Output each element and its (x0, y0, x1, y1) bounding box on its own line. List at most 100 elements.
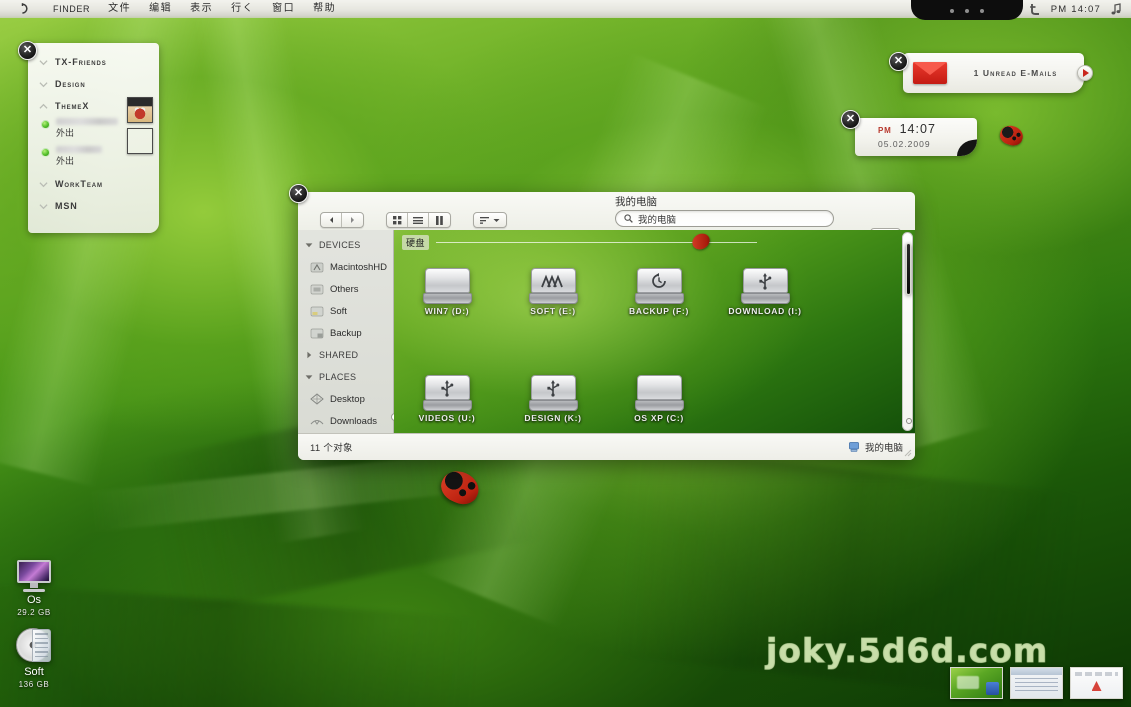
clock-widget-close-button[interactable]: ✕ (841, 110, 860, 129)
finder-body: DEVICES MacintoshHD Others Soft Backup S… (298, 230, 915, 433)
presence-online-icon (41, 120, 50, 129)
desktop-icon-soft[interactable]: Soft 136 GB (2, 628, 66, 689)
disk-icon (310, 284, 324, 294)
ladybug-decoration (997, 122, 1026, 149)
search-input[interactable]: 我的电脑 (615, 210, 834, 227)
taskbar-thumb-document[interactable] (1070, 667, 1123, 699)
mail-widget-close-button[interactable]: ✕ (889, 52, 908, 71)
drive-label: SOFT (E:) (530, 306, 576, 316)
chevron-right-icon (351, 217, 354, 223)
drive-item-soft[interactable]: SOFT (E:) (500, 268, 606, 316)
search-icon (624, 214, 633, 223)
menu-item-view[interactable]: 表示 (181, 0, 222, 18)
drive-item-videos[interactable]: VIDEOS (U:) (394, 375, 500, 423)
drive-item-design[interactable]: DESIGN (K:) (500, 375, 606, 423)
chevron-down-icon (39, 59, 48, 65)
plain-drive-icon (634, 375, 684, 411)
forward-button[interactable] (342, 213, 363, 227)
twitter-bird-icon[interactable] (1029, 3, 1042, 15)
contact-group-design[interactable]: Design (28, 73, 159, 95)
sidebar-item-others[interactable]: Others (298, 278, 393, 300)
finder-vertical-scrollbar[interactable] (902, 232, 913, 431)
apple-logo-icon[interactable] (0, 3, 44, 15)
finder-content-area[interactable]: 硬盘 WIN7 (D:) SOFT (E:) BACKUP (F:) DOWNL… (394, 230, 915, 433)
finder-item-count: 11 个对象 (310, 443, 353, 454)
column-view-button[interactable] (429, 213, 450, 227)
menu-item-finder[interactable]: FINDER (44, 0, 99, 18)
scrollbar-thumb[interactable] (906, 243, 911, 295)
desktop-icon-size: 29.2 GB (17, 608, 51, 617)
taskbar-thumb-wallpaper[interactable] (950, 667, 1003, 699)
sidebar-item-soft[interactable]: Soft (298, 300, 393, 322)
menu-bar-clock[interactable]: PM 14:07 (1051, 4, 1101, 15)
contact-group-msn[interactable]: MSN (28, 195, 159, 217)
menu-item-go[interactable]: 行く (222, 0, 263, 18)
contacts-widget-close-button[interactable]: ✕ (18, 41, 37, 60)
notch-dot (980, 9, 984, 13)
sidebar-header-shared[interactable]: SHARED (298, 344, 393, 366)
finder-window-title: 我的电脑 (615, 196, 657, 208)
clock-widget: PM 14:07 05.02.2009 (855, 118, 977, 156)
drive-label: OS XP (C:) (634, 413, 684, 423)
drive-item-win7[interactable]: WIN7 (D:) (394, 268, 500, 316)
menu-item-edit[interactable]: 编辑 (140, 0, 181, 18)
drive-item-download[interactable]: DOWNLOAD (I:) (712, 268, 818, 316)
presence-online-icon (41, 148, 50, 157)
harddisk-icon (310, 262, 324, 272)
mail-widget-text: 1 Unread E-Mails (973, 68, 1058, 78)
finder-nav-buttons (320, 212, 364, 228)
mail-widget[interactable]: 1 Unread E-Mails (903, 53, 1093, 93)
sidebar-item-desktop[interactable]: Desktop (298, 388, 393, 410)
usb-drive-icon (740, 268, 790, 304)
usb-drive-icon (528, 375, 578, 411)
drive-label: WIN7 (D:) (424, 306, 470, 316)
back-button[interactable] (321, 213, 342, 227)
music-note-icon[interactable] (1110, 3, 1123, 15)
avatar[interactable] (127, 128, 153, 154)
finder-view-buttons (386, 212, 451, 228)
menu-bar-notch (911, 0, 1023, 20)
finder-location-indicator: 我的电脑 (848, 440, 903, 454)
contact-status: 外出 (56, 156, 75, 166)
taskbar-thumb-spreadsheet[interactable] (1010, 667, 1063, 699)
mail-next-button[interactable] (1077, 65, 1093, 81)
sidebar-header-label: DEVICES (319, 240, 361, 250)
sidebar-item-label: Others (330, 283, 359, 295)
desktop-icon-os[interactable]: Os 29.2 GB (2, 560, 66, 617)
sidebar-item-macintoshhd[interactable]: MacintoshHD (298, 256, 393, 278)
contact-group-workteam[interactable]: WorkTeam (28, 173, 159, 195)
site-watermark: joky.5d6d.com (765, 631, 1049, 671)
time-machine-icon (634, 268, 684, 304)
disc-icon (16, 628, 52, 664)
sidebar-item-downloads[interactable]: Downloads (298, 410, 393, 432)
chevron-left-icon (329, 217, 333, 223)
network-drive-icon (528, 268, 578, 304)
sidebar-item-label: Desktop (330, 393, 365, 405)
finder-close-button[interactable]: ✕ (289, 184, 308, 203)
sidebar-item-backup[interactable]: Backup (298, 322, 393, 344)
taskbar-window-thumbnails (950, 667, 1123, 699)
icon-view-button[interactable] (387, 213, 408, 227)
drive-label: VIDEOS (U:) (418, 413, 476, 423)
sidebar-item-label: Soft (330, 305, 347, 317)
finder-arrange-button[interactable] (473, 212, 507, 228)
menu-item-window[interactable]: 窗口 (263, 0, 304, 18)
drive-item-backup[interactable]: BACKUP (F:) (606, 268, 712, 316)
clock-meridiem: PM (878, 126, 892, 135)
list-view-button[interactable] (408, 213, 429, 227)
finder-location-label: 我的电脑 (864, 443, 903, 454)
menu-item-file[interactable]: 文件 (99, 0, 140, 18)
sidebar-header-places[interactable]: PLACES (298, 366, 393, 388)
contact-group-tx-friends[interactable]: TX-Friends (28, 51, 159, 73)
disk-icon (310, 328, 324, 338)
finder-titlebar[interactable]: 我的电脑 我的电脑 (298, 192, 915, 245)
contact-group-label: MSN (55, 201, 78, 211)
window-resize-grip[interactable] (903, 448, 912, 457)
menu-item-help[interactable]: 帮助 (304, 0, 345, 18)
contact-group-label: TX-Friends (55, 57, 107, 67)
drive-item-osxp[interactable]: OS XP (C:) (606, 375, 712, 423)
avatar[interactable] (127, 97, 153, 123)
sidebar-header-devices[interactable]: DEVICES (298, 234, 393, 256)
clock-time: 14:07 (899, 122, 936, 136)
sidebar-item-label: Backup (330, 327, 362, 339)
